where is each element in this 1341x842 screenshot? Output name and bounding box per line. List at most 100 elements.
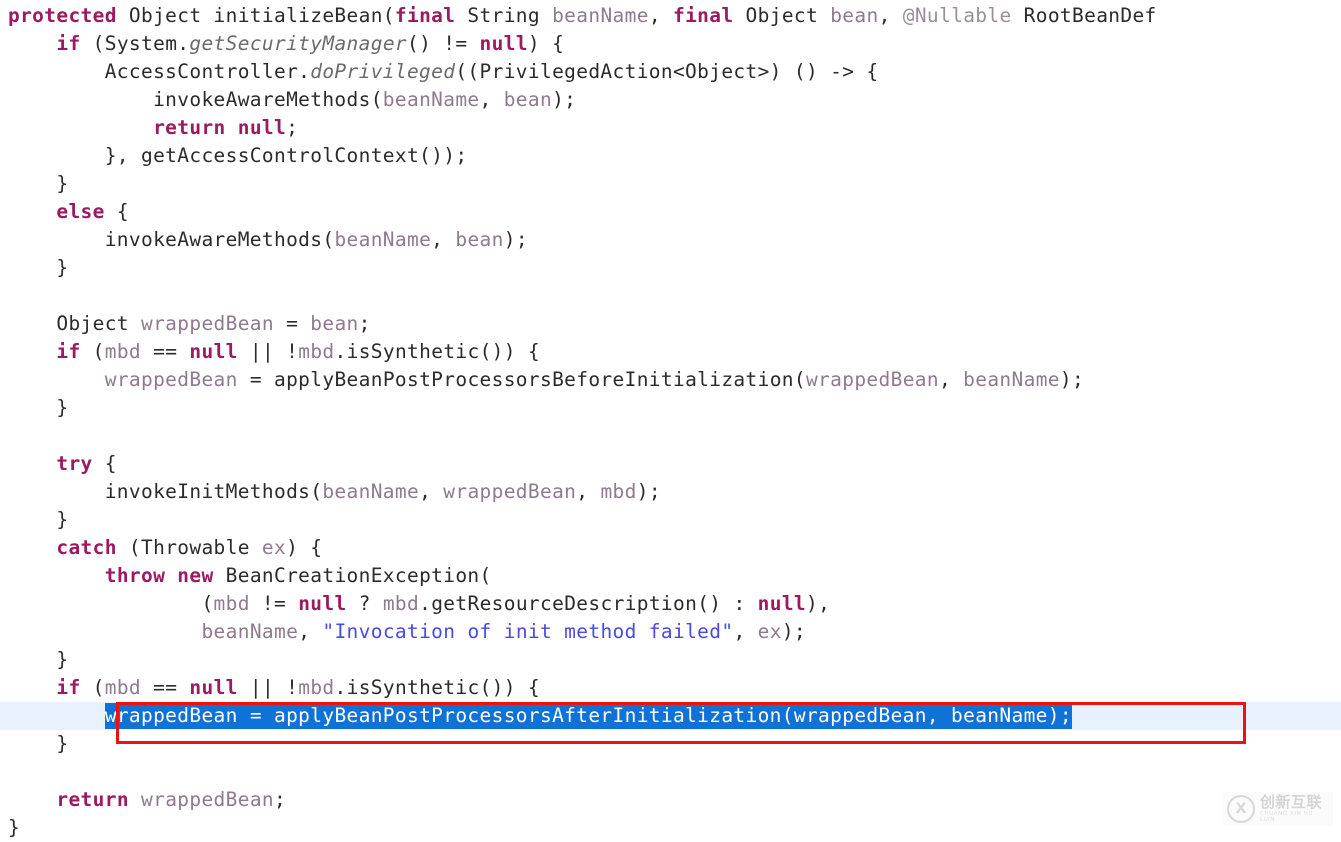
code-line[interactable]: } — [0, 170, 1341, 198]
code-token-ident: ex — [261, 536, 287, 559]
code-token-kw: null — [479, 32, 528, 55]
code-line[interactable]: beanName, "Invocation of init method fai… — [0, 618, 1341, 646]
code-line[interactable]: catch (Throwable ex) { — [0, 534, 1341, 562]
code-line[interactable]: } — [0, 814, 1341, 842]
code-token-plain: ; — [274, 788, 287, 811]
code-token-kw: if — [56, 32, 81, 55]
code-line[interactable]: invokeAwareMethods(beanName, bean); — [0, 226, 1341, 254]
code-token-ident: mbd — [213, 592, 250, 615]
watermark: 创新互联 CHUANG XIN HU LIAN — [1223, 792, 1333, 826]
code-line[interactable]: (mbd != null ? mbd.getResourceDescriptio… — [0, 590, 1341, 618]
code-token-ident: beanName — [334, 228, 432, 251]
code-token-plain: ); — [636, 480, 661, 503]
code-token-kw: null — [757, 592, 807, 615]
code-token-ident: bean — [830, 4, 879, 27]
code-line[interactable]: return wrappedBean; — [0, 786, 1341, 814]
code-token-plain: } — [8, 732, 69, 755]
code-token-plain: ; — [358, 312, 371, 335]
code-token-plain: , — [576, 480, 601, 503]
code-token-plain: Object — [8, 312, 141, 335]
code-line[interactable]: else { — [0, 198, 1341, 226]
code-token-ident: wrappedBean — [141, 312, 274, 335]
code-token-ident: ex — [757, 620, 782, 643]
code-token-plain: ; — [286, 116, 299, 139]
code-line[interactable]: wrappedBean = applyBeanPostProcessorsAft… — [0, 702, 1341, 730]
watermark-brand-cn: 创新互联 — [1260, 793, 1323, 811]
code-token-ident: mbd — [600, 480, 637, 503]
code-line[interactable]: protected Object initializeBean(final St… — [0, 2, 1341, 30]
code-line[interactable]: Object wrappedBean = bean; — [0, 310, 1341, 338]
code-line[interactable]: return null; — [0, 114, 1341, 142]
code-token-ident: mbd — [104, 340, 142, 363]
code-line[interactable]: if (mbd == null || !mbd.isSynthetic()) { — [0, 674, 1341, 702]
code-token-ident: wrappedBean — [805, 368, 939, 391]
code-line[interactable]: } — [0, 254, 1341, 282]
code-line[interactable]: try { — [0, 450, 1341, 478]
code-line[interactable]: } — [0, 646, 1341, 674]
code-token-ident: wrappedBean — [104, 368, 238, 391]
code-token-ident: mbd — [298, 676, 335, 699]
code-line[interactable]: if (System.getSecurityManager() != null)… — [0, 30, 1341, 58]
code-token-plain: , — [419, 480, 444, 503]
code-line[interactable]: } — [0, 394, 1341, 422]
code-token-plain: .isSynthetic()) { — [334, 676, 541, 699]
code-token-plain: ) { — [286, 536, 323, 559]
code-token-kw: null — [189, 340, 238, 363]
code-line[interactable]: } — [0, 506, 1341, 534]
code-token-plain: Object initializeBean( — [116, 4, 395, 27]
code-token-plain: invokeInitMethods( — [8, 480, 323, 503]
code-line[interactable]: if (mbd == null || !mbd.isSynthetic()) { — [0, 338, 1341, 366]
code-token-plain: } — [8, 508, 69, 531]
code-line[interactable]: wrappedBean = applyBeanPostProcessorsBef… — [0, 366, 1341, 394]
code-token-plain: BeanCreationException( — [213, 564, 492, 587]
code-line[interactable]: invokeAwareMethods(beanName, bean); — [0, 86, 1341, 114]
code-line[interactable] — [0, 758, 1341, 786]
code-token-plain: invokeAwareMethods( — [8, 228, 335, 251]
code-token-ident: wrappedBean — [443, 480, 577, 503]
code-line[interactable]: }, getAccessControlContext()); — [0, 142, 1341, 170]
code-line[interactable] — [0, 422, 1341, 450]
code-line[interactable]: AccessController.doPrivileged((Privilege… — [0, 58, 1341, 86]
code-token-plain: || ! — [237, 340, 299, 363]
code-token-kw: try — [56, 452, 93, 475]
code-token-kw: final — [673, 4, 734, 27]
code-token-kw: final — [394, 4, 456, 27]
code-token-ident: beanName — [552, 4, 649, 27]
watermark-logo-icon — [1227, 795, 1255, 823]
code-token-plain: ? — [346, 592, 383, 615]
code-token-plain: invokeAwareMethods( — [8, 88, 383, 111]
code-token-plain: ), — [806, 592, 831, 615]
code-token-plain: ( — [8, 592, 214, 615]
code-token-kw: if — [56, 340, 81, 363]
code-token-plain: , — [298, 620, 323, 643]
code-token-stat: getSecurityManager — [189, 32, 407, 55]
code-editor-view[interactable]: protected Object initializeBean(final St… — [0, 0, 1341, 839]
code-token-plain: { — [104, 200, 129, 223]
code-token-plain: () != — [407, 32, 480, 55]
code-token-plain: ((PrivilegedAction<Object>) () -> { — [455, 60, 879, 83]
code-token-plain: || ! — [237, 676, 299, 699]
code-token-anno: @Nullable — [902, 4, 1012, 27]
code-line[interactable]: invokeInitMethods(beanName, wrappedBean,… — [0, 478, 1341, 506]
code-line[interactable]: throw new BeanCreationException( — [0, 562, 1341, 590]
code-token-plain: AccessController. — [8, 60, 311, 83]
code-token-plain: (System. — [80, 32, 190, 55]
code-line[interactable] — [0, 282, 1341, 310]
code-line[interactable]: } — [0, 730, 1341, 758]
code-token-ident: bean — [455, 228, 504, 251]
code-token-kw: throw new — [104, 564, 214, 587]
code-token-ident: beanName — [322, 480, 420, 503]
code-token-plain: ); — [781, 620, 806, 643]
code-token-plain: Object — [733, 4, 831, 27]
code-content[interactable]: protected Object initializeBean(final St… — [0, 0, 1341, 839]
